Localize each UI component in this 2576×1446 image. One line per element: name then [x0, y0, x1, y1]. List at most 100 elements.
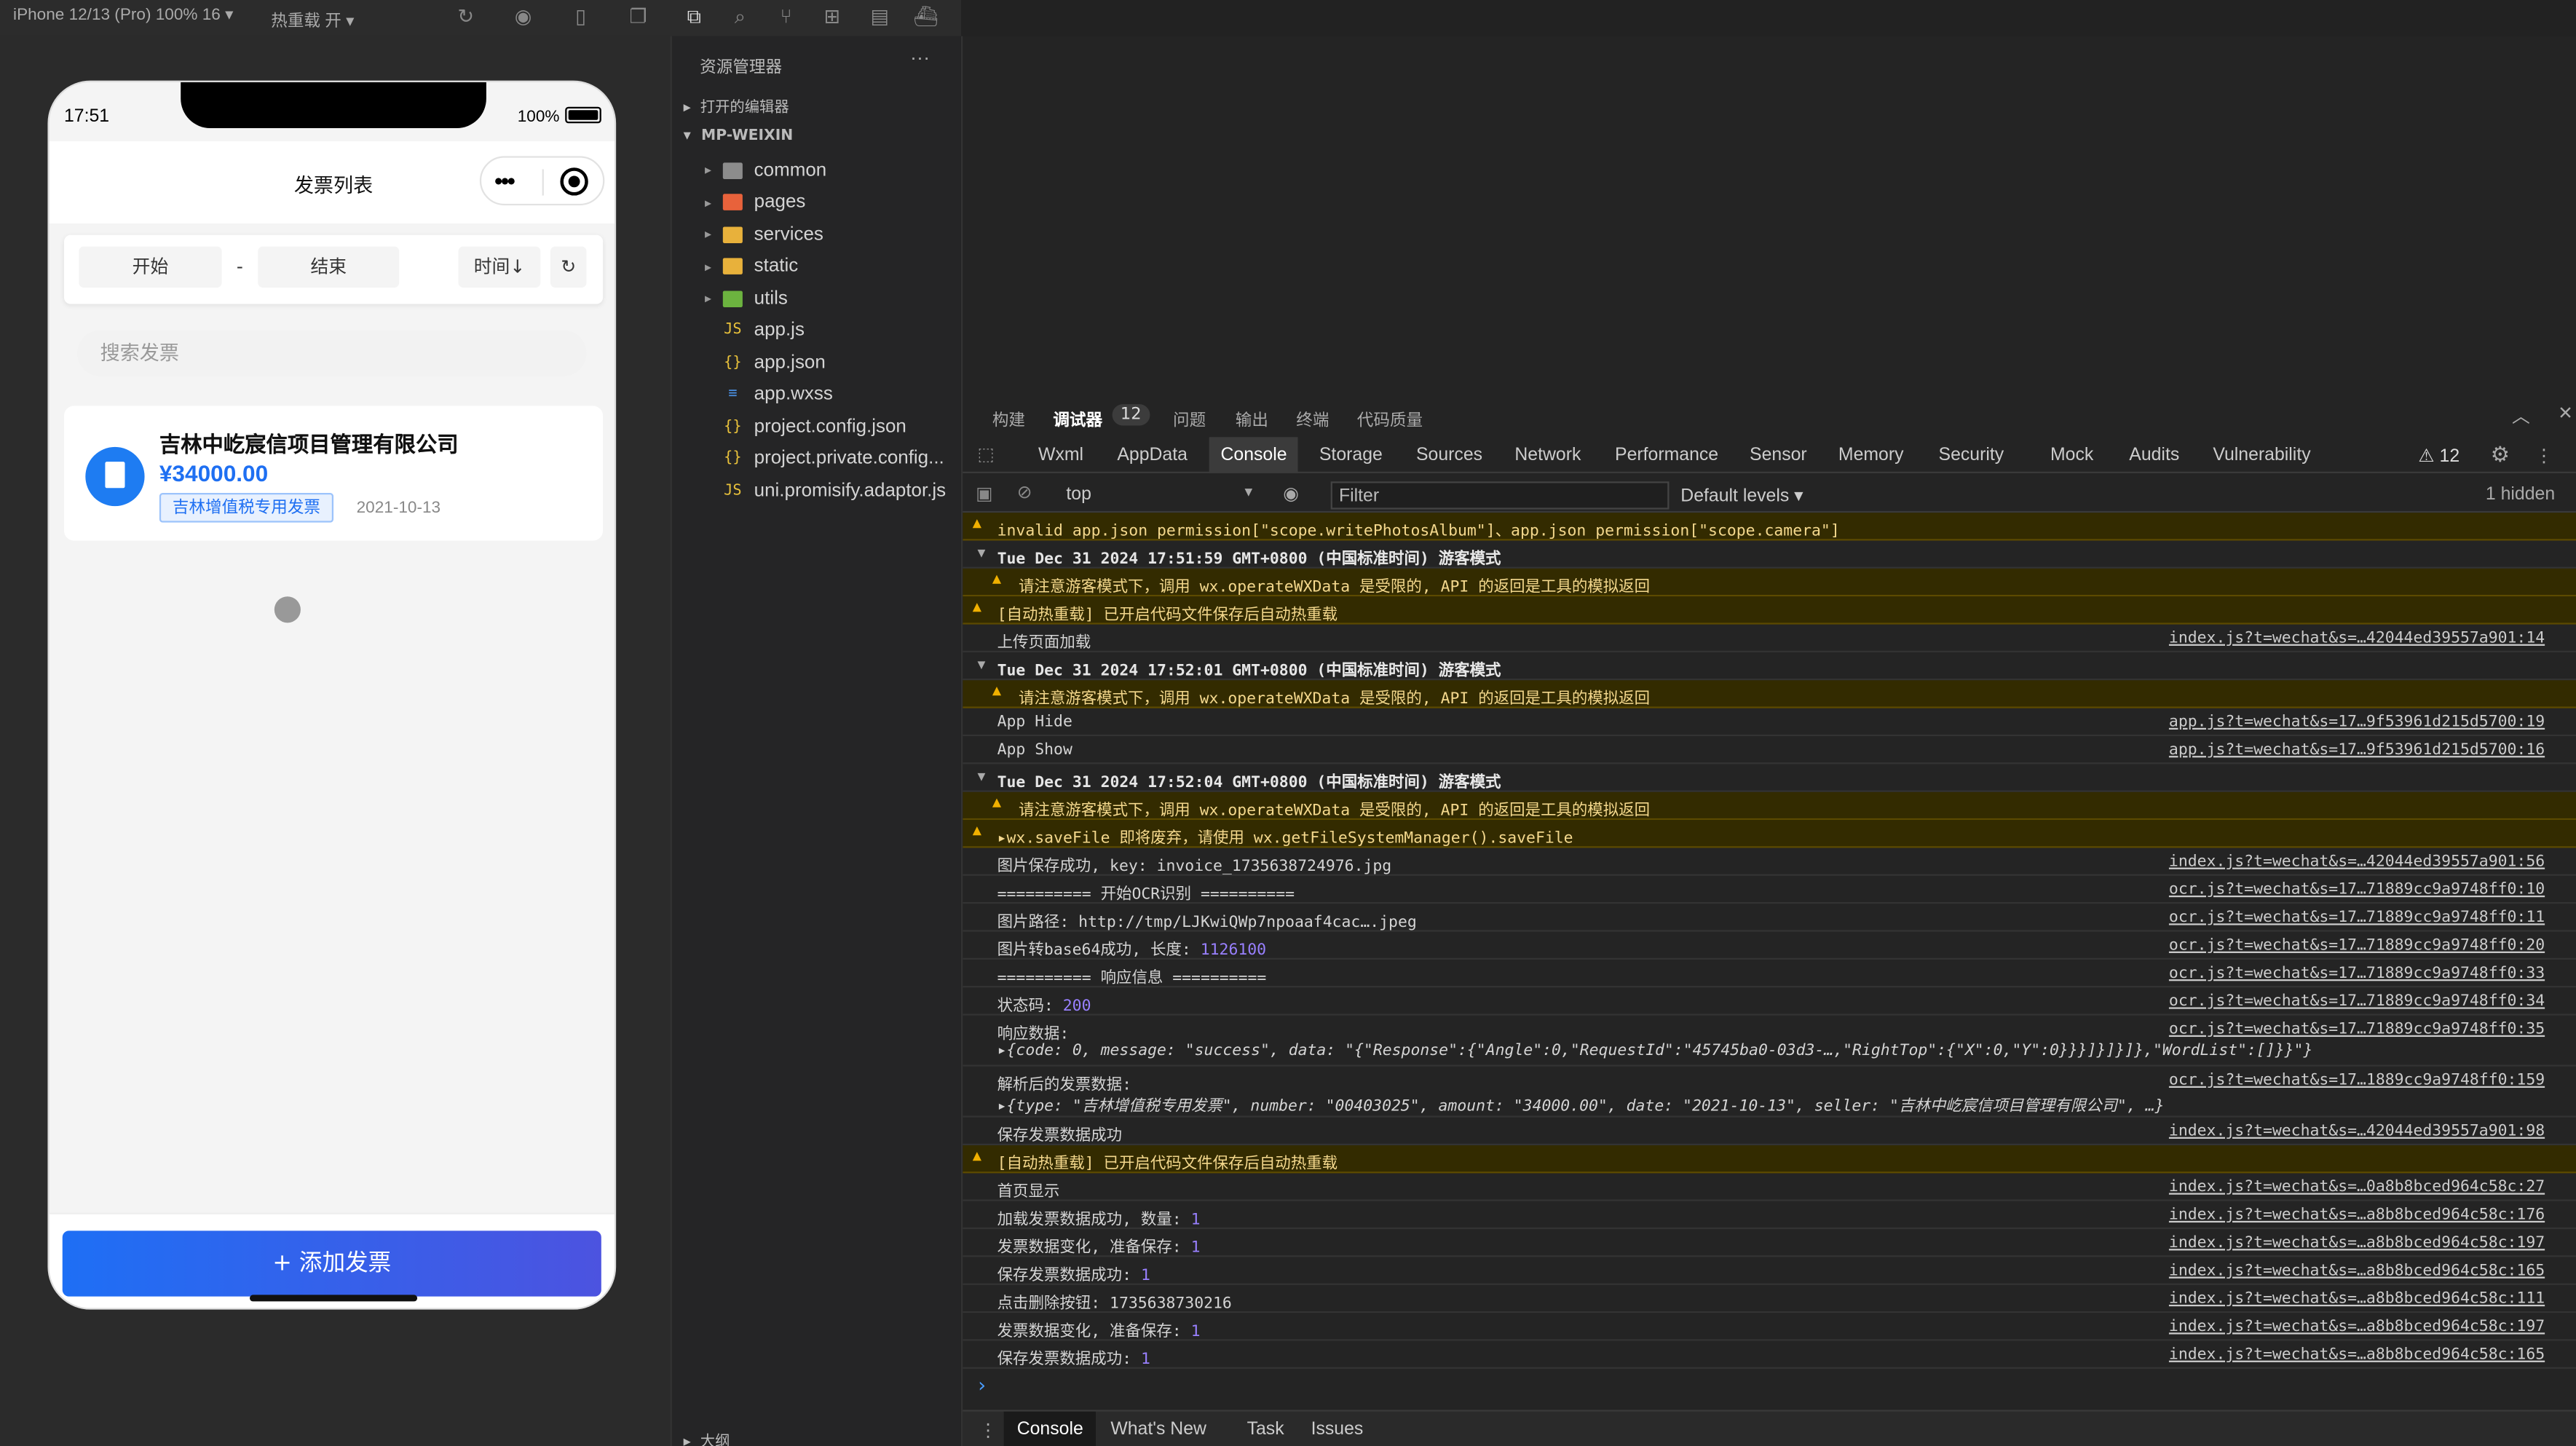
drawer-tab-task[interactable]: Task [1247, 1420, 1284, 1439]
tab-output[interactable]: 输出 [1236, 406, 1268, 430]
hot-reload-toggle[interactable]: 热重载 开 ▾ [271, 7, 354, 31]
source-link[interactable]: ocr.js?t=wechat&s=17…71889cc9a9748ff0:33 [2169, 965, 2545, 983]
file-tree-item[interactable]: JS app.js [705, 315, 805, 346]
window-icon[interactable]: ❐ [626, 5, 651, 30]
source-link[interactable]: index.js?t=wechat&s=…42044ed39557a901:98 [2169, 1122, 2545, 1140]
tab-storage[interactable]: Storage [1319, 446, 1383, 465]
source-link[interactable]: index.js?t=wechat&s=…0a8b8bced964c58c:27 [2169, 1178, 2545, 1196]
warnings-counter[interactable]: ⚠ 12 [2418, 446, 2460, 467]
file-tree-item[interactable]: ▸ utils [705, 283, 788, 314]
file-tree-item[interactable]: {} project.config.json [705, 411, 906, 442]
search-icon[interactable]: ⌕ [728, 5, 753, 30]
tab-network[interactable]: Network [1514, 446, 1581, 465]
file-tree-item[interactable]: ▸ services [705, 218, 823, 250]
console-filter-input[interactable]: Filter [1330, 481, 1670, 510]
source-link[interactable]: index.js?t=wechat&s=…a8b8bced964c58c:111 [2169, 1290, 2545, 1308]
end-date-picker[interactable]: 结束 [258, 246, 400, 288]
eye-icon[interactable]: ◉ [1283, 483, 1299, 505]
collapse-group-icon[interactable]: ▼ [978, 545, 986, 560]
docker-icon[interactable]: ⛴ [914, 5, 939, 30]
console-group-header[interactable]: ▼ Tue Dec 31 2024 17:51:59 GMT+0800 (中国标准… [963, 540, 2576, 569]
tab-security[interactable]: Security [1939, 446, 2004, 465]
tab-performance[interactable]: Performance [1615, 446, 1718, 465]
tab-appdata[interactable]: AppData [1117, 446, 1188, 465]
collapse-icon[interactable]: ︿ [2512, 403, 2530, 429]
log-levels-dropdown[interactable]: Default levels ▾ [1680, 485, 1803, 506]
tab-vulnerability[interactable]: Vulnerability [2213, 446, 2310, 465]
start-date-picker[interactable]: 开始 [79, 246, 222, 288]
drawer-tab-issues[interactable]: Issues [1311, 1420, 1364, 1439]
sort-time-button[interactable]: 时间↓ [458, 246, 541, 288]
project-root[interactable]: ▾ MP-WEIXIN [684, 128, 794, 145]
file-tree-item[interactable]: ▸ common [705, 154, 826, 186]
tab-sensor[interactable]: Sensor [1750, 446, 1807, 465]
open-editors-section[interactable]: ▸ 打开的编辑器 [684, 95, 789, 117]
file-tree-item[interactable]: {} project.private.config... [705, 443, 944, 474]
source-link[interactable]: index.js?t=wechat&s=…a8b8bced964c58c:197 [2169, 1234, 2545, 1252]
file-tree-item[interactable]: {} app.json [705, 347, 826, 378]
source-link[interactable]: index.js?t=wechat&s=…a8b8bced964c58c:165 [2169, 1262, 2545, 1280]
layout-icon[interactable]: ▤ [867, 5, 892, 30]
source-link[interactable]: ocr.js?t=wechat&s=17…71889cc9a9748ff0:11 [2169, 909, 2545, 927]
record-icon[interactable]: ◉ [511, 5, 536, 30]
drawer-tab-whats-new[interactable]: What's New [1110, 1420, 1206, 1439]
more-icon[interactable]: ••• [494, 167, 515, 194]
source-link[interactable]: ocr.js?t=wechat&s=17…71889cc9a9748ff0:34 [2169, 992, 2545, 1011]
extensions-icon[interactable]: ⊞ [820, 5, 845, 30]
device-selector[interactable]: iPhone 12/13 (Pro) 100% 16 ▾ [13, 7, 233, 25]
tab-problems[interactable]: 问题 [1173, 406, 1206, 430]
git-branch-icon[interactable]: ⑂ [774, 5, 799, 30]
settings-icon[interactable]: ⚙ [2491, 442, 2510, 468]
source-link[interactable]: app.js?t=wechat&s=17…9f53961d215d5700:16 [2169, 741, 2545, 759]
tab-memory[interactable]: Memory [1838, 446, 1904, 465]
source-link[interactable]: index.js?t=wechat&s=…a8b8bced964c58c:197 [2169, 1318, 2545, 1336]
source-link[interactable]: app.js?t=wechat&s=17…9f53961d215d5700:19 [2169, 713, 2545, 731]
file-tree-item[interactable]: ▸ pages [705, 186, 805, 218]
drawer-tab-console[interactable]: Console [1003, 1411, 1097, 1446]
source-link[interactable]: index.js?t=wechat&s=…a8b8bced964c58c:176 [2169, 1206, 2545, 1225]
console-group-header[interactable]: ▼ Tue Dec 31 2024 17:52:01 GMT+0800 (中国标准… [963, 652, 2576, 681]
inspect-icon[interactable]: ⬚ [978, 443, 995, 465]
collapse-group-icon[interactable]: ▼ [978, 657, 986, 672]
add-invoice-button[interactable]: + 添加发票 [62, 1230, 601, 1297]
source-link[interactable]: ocr.js?t=wechat&s=17…71889cc9a9748ff0:35 [2169, 1020, 2545, 1038]
file-tree-item[interactable]: JS uni.promisify.adaptor.js [705, 475, 946, 506]
sidebar-toggle-icon[interactable]: ▣ [976, 483, 992, 505]
expandable-object[interactable]: ▸{code: 0, message: "success", data: "{"… [997, 1042, 2313, 1060]
close-icon[interactable]: ✕ [2558, 403, 2573, 424]
files-icon[interactable]: ⧉ [681, 5, 706, 30]
tab-mock[interactable]: Mock [2050, 446, 2093, 465]
source-link[interactable]: index.js?t=wechat&s=…42044ed39557a901:56 [2169, 853, 2545, 871]
console-group-header[interactable]: ▼ Tue Dec 31 2024 17:52:04 GMT+0800 (中国标准… [963, 764, 2576, 792]
source-link[interactable]: index.js?t=wechat&s=…42044ed39557a901:14 [2169, 629, 2545, 647]
source-link[interactable]: ocr.js?t=wechat&s=17…71889cc9a9748ff0:10 [2169, 881, 2545, 899]
search-input[interactable]: 搜索发票 [77, 330, 587, 376]
context-selector[interactable]: top [1066, 485, 1091, 505]
tab-console[interactable]: Console [1209, 437, 1299, 473]
close-miniprogram-icon[interactable] [560, 167, 588, 196]
source-link[interactable]: ocr.js?t=wechat&s=17…71889cc9a9748ff0:20 [2169, 936, 2545, 955]
collapse-group-icon[interactable]: ▼ [978, 769, 986, 783]
kebab-menu-icon[interactable]: ⋮ [2535, 446, 2553, 467]
context-dropdown-icon[interactable]: ▼ [1242, 485, 1255, 499]
phone-icon[interactable]: ▯ [569, 5, 593, 30]
drawer-menu-icon[interactable]: ⋮ [979, 1420, 997, 1441]
source-link[interactable]: ocr.js?t=wechat&s=17…1889cc9a9748ff0:159 [2169, 1071, 2545, 1089]
tab-wxml[interactable]: Wxml [1038, 446, 1083, 465]
tab-audits[interactable]: Audits [2129, 446, 2179, 465]
refresh-button[interactable]: ↻ [550, 246, 587, 288]
tab-sources[interactable]: Sources [1416, 446, 1482, 465]
outline-section[interactable]: ▸ 大纲 [684, 1429, 730, 1446]
expandable-object[interactable]: ▸{type: "吉林增值税专用发票", number: "00403025",… [997, 1093, 2165, 1116]
tab-build[interactable]: 构建 [992, 406, 1025, 430]
file-tree-item[interactable]: ▸ static [705, 250, 798, 282]
file-tree-item[interactable]: ≡ app.wxss [705, 379, 833, 410]
console-prompt[interactable]: › [976, 1374, 987, 1397]
tab-code-quality[interactable]: 代码质量 [1357, 406, 1423, 430]
more-actions-icon[interactable]: ··· [910, 46, 930, 69]
tab-debugger[interactable]: 调试器 [1053, 406, 1102, 430]
tab-terminal[interactable]: 终端 [1296, 406, 1329, 430]
invoice-card[interactable]: 吉林中屹宸信项目管理有限公司 ¥34000.00 吉林增值税专用发票 2021-… [63, 406, 604, 541]
refresh-icon[interactable]: ↻ [454, 5, 478, 30]
clear-console-icon[interactable]: ⊘ [1017, 481, 1032, 503]
